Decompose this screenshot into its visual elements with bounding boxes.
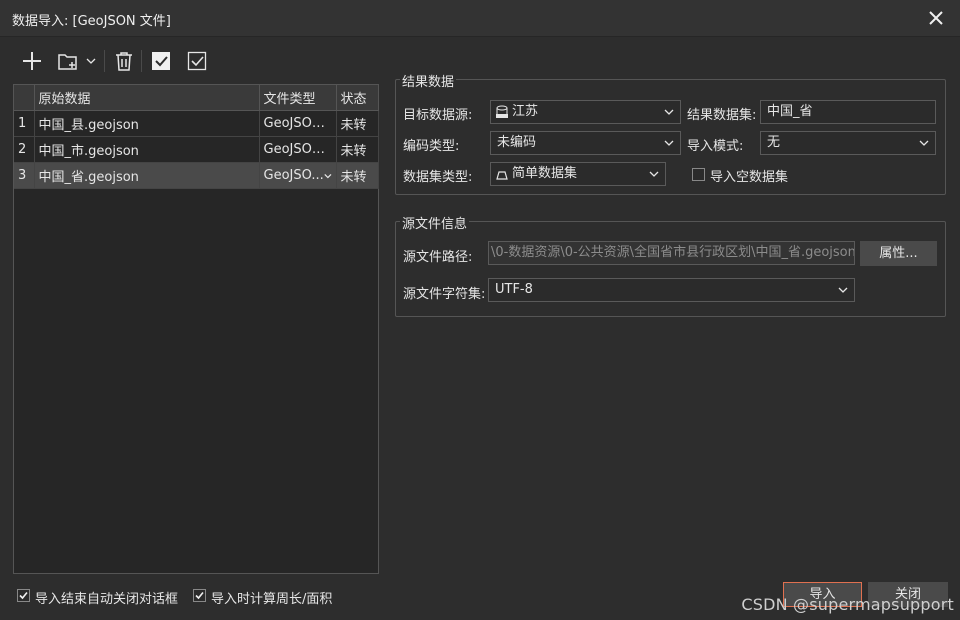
row-index: 3 — [14, 162, 35, 189]
source-file-legend: 源文件信息 — [400, 213, 470, 232]
chevron-down-icon — [649, 171, 659, 177]
chevron-down-icon — [838, 287, 848, 293]
table-row[interactable]: 1 中国_县.geojson GeoJSON... 未转 — [14, 110, 379, 137]
toolbar-separator — [141, 50, 142, 72]
toolbar-separator — [104, 50, 105, 72]
encoding-type-label: 编码类型: — [403, 139, 460, 154]
auto-close-checkbox[interactable] — [17, 589, 30, 602]
source-charset-select[interactable]: UTF-8 — [488, 278, 855, 302]
close-icon[interactable] — [926, 8, 946, 28]
file-list-table[interactable]: 原始数据 文件类型 状态 1 中国_县.geojson GeoJSON... 未… — [13, 84, 379, 574]
chevron-down-icon[interactable] — [324, 171, 332, 181]
row-index: 1 — [14, 110, 35, 137]
chevron-down-icon — [919, 140, 929, 146]
column-header-type[interactable]: 文件类型 — [259, 85, 337, 111]
source-charset-label: 源文件字符集: — [403, 287, 486, 302]
chevron-down-icon — [664, 140, 674, 146]
result-dataset-input[interactable]: 中国_省 — [760, 100, 936, 124]
table-row[interactable]: 2 中国_市.geojson GeoJSON... 未转 — [14, 136, 379, 163]
source-path-input[interactable]: \0-数据资源\0-公共资源\全国省市县行政区划\中国_省.geojson — [488, 241, 855, 265]
properties-button[interactable]: 属性... — [860, 241, 937, 266]
chevron-down-icon[interactable] — [84, 48, 98, 74]
dataset-type-label: 数据集类型: — [403, 170, 473, 185]
dataset-type-value: 简单数据集 — [512, 166, 578, 181]
row-file-type: GeoJSO... — [263, 168, 324, 183]
auto-close-label: 导入结束自动关闭对话框 — [35, 592, 179, 607]
target-datasource-value: 江苏 — [512, 104, 539, 119]
row-status: 未转 — [336, 136, 379, 163]
import-empty-dataset-label: 导入空数据集 — [710, 170, 789, 185]
row-file-type-select[interactable]: GeoJSO... — [259, 162, 337, 189]
import-empty-dataset-checkbox[interactable] — [692, 168, 705, 181]
row-source-name[interactable]: 中国_省.geojson — [34, 162, 260, 189]
import-mode-label: 导入模式: — [687, 139, 744, 154]
title-bar: 数据导入: [GeoJSON 文件] — [0, 0, 960, 37]
source-file-group: 源文件信息 — [395, 213, 946, 317]
table-row-selected[interactable]: 3 中国_省.geojson GeoJSO... 未转 — [14, 162, 379, 189]
watermark-text: CSDN @supermapsupport — [741, 595, 954, 614]
column-header-index — [14, 85, 35, 111]
add-icon[interactable] — [19, 48, 45, 74]
row-source-name[interactable]: 中国_市.geojson — [34, 136, 260, 163]
column-header-status[interactable]: 状态 — [336, 85, 379, 111]
simple-dataset-icon — [496, 171, 508, 180]
encoding-type-select[interactable]: 未编码 — [490, 131, 681, 155]
encoding-type-value: 未编码 — [497, 135, 537, 150]
import-mode-select[interactable]: 无 — [760, 131, 936, 155]
row-status: 未转 — [336, 110, 379, 137]
column-header-source[interactable]: 原始数据 — [34, 85, 260, 111]
chevron-down-icon — [664, 109, 674, 115]
row-file-type[interactable]: GeoJSON... — [259, 136, 337, 163]
table-header-row: 原始数据 文件类型 状态 — [14, 85, 379, 111]
select-all-icon[interactable] — [148, 48, 174, 74]
calc-perimeter-checkbox[interactable] — [193, 589, 206, 602]
import-mode-value: 无 — [767, 135, 781, 150]
calc-perimeter-label: 导入时计算周长/面积 — [211, 592, 333, 607]
row-status: 未转 — [336, 162, 379, 189]
row-index: 2 — [14, 136, 35, 163]
result-dataset-label: 结果数据集: — [687, 108, 757, 123]
target-datasource-label: 目标数据源: — [403, 108, 473, 123]
row-file-type[interactable]: GeoJSON... — [259, 110, 337, 137]
source-path-label: 源文件路径: — [403, 250, 473, 265]
result-data-legend: 结果数据 — [400, 71, 457, 90]
invert-select-icon[interactable] — [184, 48, 210, 74]
delete-icon[interactable] — [111, 48, 137, 74]
source-charset-value: UTF-8 — [495, 282, 533, 297]
datasource-udbx-icon — [496, 105, 508, 118]
add-folder-icon[interactable] — [55, 48, 81, 74]
target-datasource-select[interactable]: 江苏 — [490, 100, 681, 124]
window-title: 数据导入: [GeoJSON 文件] — [12, 14, 171, 29]
dataset-type-select[interactable]: 简单数据集 — [490, 162, 666, 186]
row-source-name[interactable]: 中国_县.geojson — [34, 110, 260, 137]
